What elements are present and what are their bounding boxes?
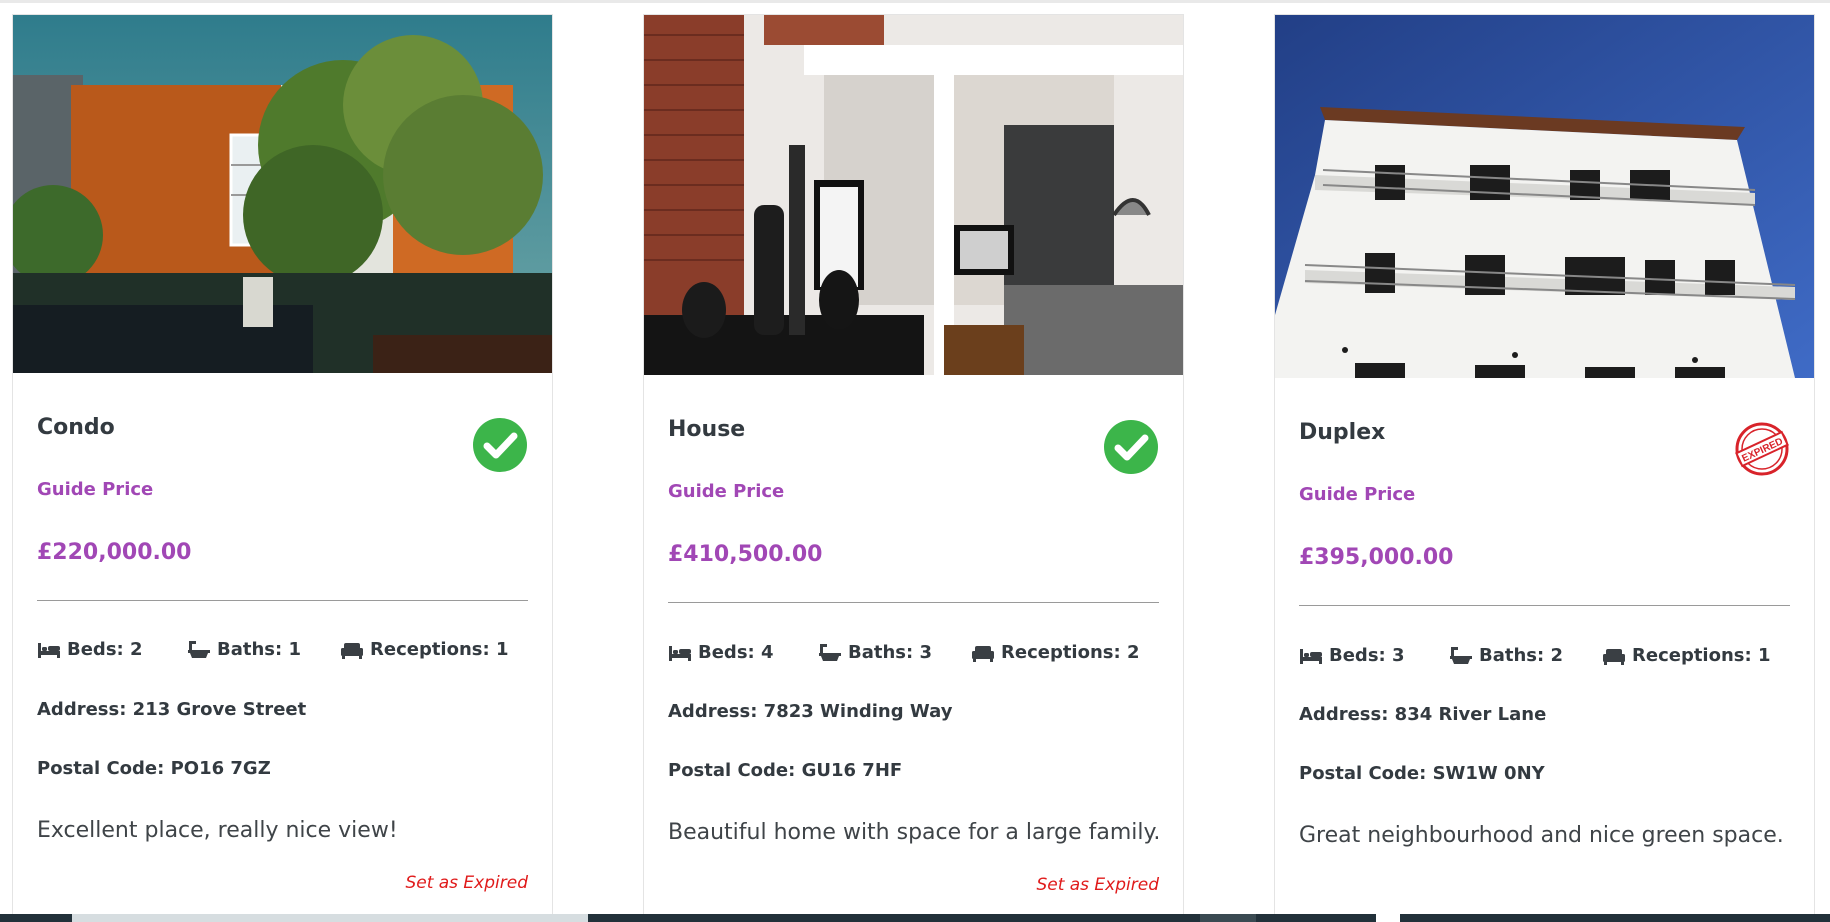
beds-feature: Beds: 4 [668, 642, 774, 663]
check-circle-icon [1103, 419, 1159, 475]
bed-icon [38, 642, 60, 658]
property-type: House [668, 417, 746, 442]
divider [37, 600, 528, 601]
receptions-feature: Receptions: 1 [1602, 645, 1771, 666]
listing-photo-condo [13, 15, 552, 373]
price-value: £410,500.00 [668, 542, 823, 567]
postal-code: Postal Code: GU16 7HF [668, 760, 903, 781]
baths-label: Baths: 3 [848, 642, 932, 663]
description: Great neighbourhood and nice green space… [1299, 823, 1784, 848]
divider [668, 602, 1159, 603]
address: Address: 213 Grove Street [37, 699, 307, 720]
beds-feature: Beds: 2 [37, 639, 143, 660]
top-rule [0, 0, 1830, 3]
divider [1299, 605, 1790, 606]
address: Address: 834 River Lane [1299, 704, 1547, 725]
sofa-icon [341, 642, 363, 659]
description: Beautiful home with space for a large fa… [668, 820, 1161, 845]
listing-card-house: House Guide Price £410,500.00 Beds: 4 Ba… [643, 14, 1184, 922]
feature-row: Beds: 4 Baths: 3 Receptions: 2 [668, 642, 1159, 668]
receptions-feature: Receptions: 2 [971, 642, 1140, 663]
description: Excellent place, really nice view! [37, 818, 398, 843]
bottom-strip [0, 914, 1830, 922]
bath-icon [819, 643, 841, 661]
price-value: £220,000.00 [37, 540, 192, 565]
listing-card-condo: Condo Guide Price £220,000.00 Beds: 2 Ba… [12, 14, 553, 922]
property-type: Duplex [1299, 420, 1386, 445]
bath-icon [188, 640, 210, 658]
bottom-strip-segment [1200, 914, 1256, 922]
receptions-feature: Receptions: 1 [340, 639, 509, 660]
sofa-icon [1603, 648, 1625, 665]
baths-feature: Baths: 2 [1449, 645, 1563, 666]
address: Address: 7823 Winding Way [668, 701, 953, 722]
baths-feature: Baths: 3 [818, 642, 932, 663]
scrollbar-track[interactable] [72, 914, 588, 922]
check-circle-icon [472, 417, 528, 473]
set-expired-link[interactable]: Set as Expired [1036, 875, 1159, 895]
property-type: Condo [37, 415, 115, 440]
set-expired-link[interactable]: Set as Expired [405, 873, 528, 893]
guide-price-label: Guide Price [668, 481, 785, 502]
beds-label: Beds: 4 [698, 642, 774, 663]
baths-label: Baths: 1 [217, 639, 301, 660]
listing-photo-house [644, 15, 1183, 375]
beds-feature: Beds: 3 [1299, 645, 1405, 666]
bath-icon [1450, 646, 1472, 664]
receptions-label: Receptions: 1 [1632, 645, 1771, 666]
listing-card-duplex: Duplex EXPIRED Guide Price £395,000.00 B… [1274, 14, 1815, 922]
bottom-strip-gap [1376, 914, 1400, 922]
postal-code: Postal Code: SW1W 0NY [1299, 763, 1545, 784]
receptions-label: Receptions: 2 [1001, 642, 1140, 663]
price-value: £395,000.00 [1299, 545, 1454, 570]
baths-label: Baths: 2 [1479, 645, 1563, 666]
bed-icon [669, 645, 691, 661]
guide-price-label: Guide Price [37, 479, 154, 500]
postal-code: Postal Code: PO16 7GZ [37, 758, 271, 779]
feature-row: Beds: 2 Baths: 1 Receptions: 1 [37, 639, 528, 665]
feature-row: Beds: 3 Baths: 2 Receptions: 1 [1299, 645, 1790, 671]
receptions-label: Receptions: 1 [370, 639, 509, 660]
baths-feature: Baths: 1 [187, 639, 301, 660]
expired-stamp-icon: EXPIRED [1734, 421, 1790, 477]
beds-label: Beds: 3 [1329, 645, 1405, 666]
listing-photo-duplex [1275, 15, 1814, 378]
bed-icon [1300, 648, 1322, 664]
sofa-icon [972, 645, 994, 662]
guide-price-label: Guide Price [1299, 484, 1416, 505]
beds-label: Beds: 2 [67, 639, 143, 660]
